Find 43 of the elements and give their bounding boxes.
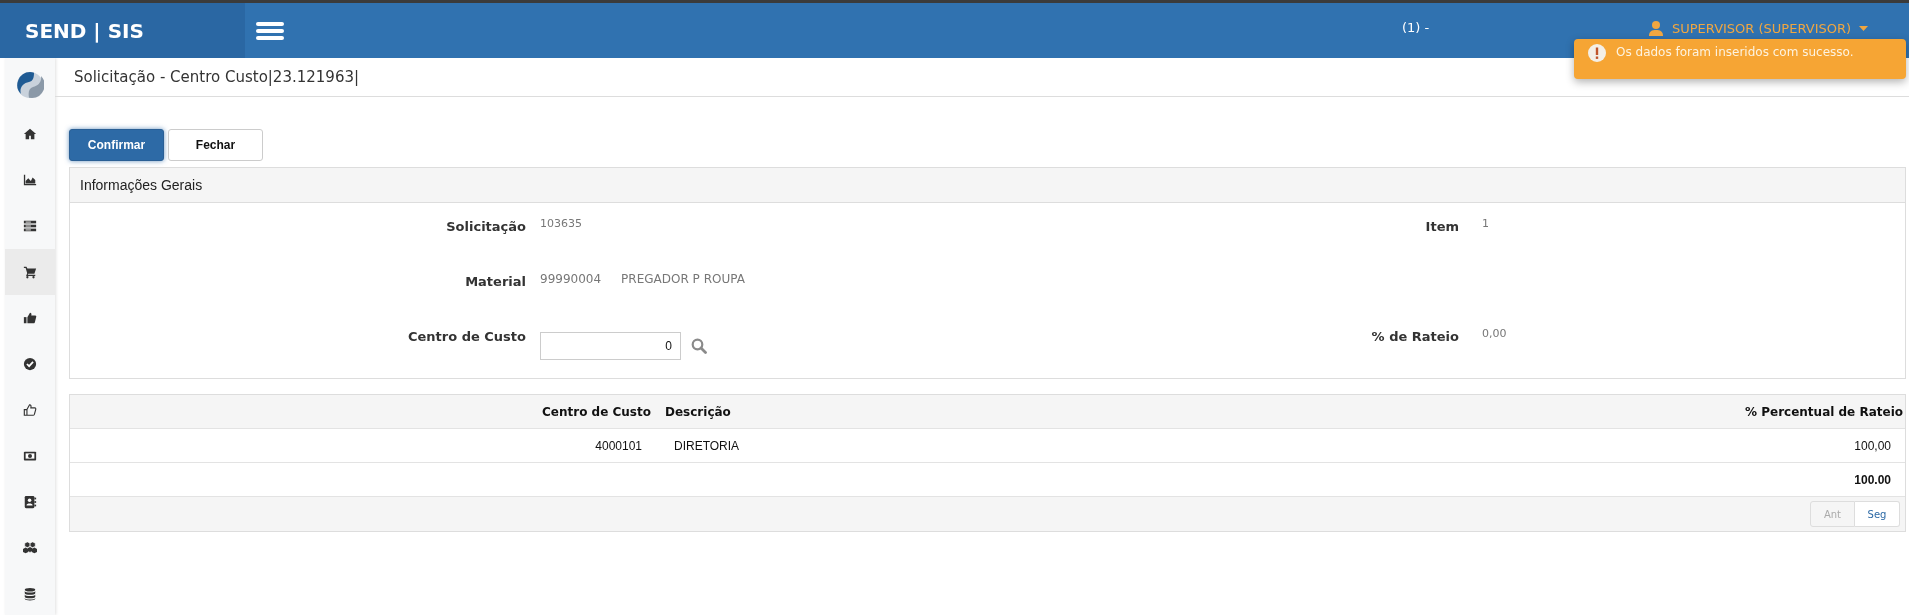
thumbs-up-outline-icon xyxy=(23,403,37,417)
field-label: Centro de Custo xyxy=(406,328,526,346)
field-label: Solicitação xyxy=(445,218,526,236)
contact-book-icon xyxy=(23,495,37,509)
total-cell-text: 100.00 xyxy=(1853,472,1892,487)
field-value: PREGADOR P ROUPA xyxy=(621,272,745,286)
caret-icon xyxy=(1859,25,1869,31)
panel-title: Informações Gerais xyxy=(80,177,203,193)
search-icon[interactable] xyxy=(691,338,707,354)
logo-icon xyxy=(16,70,44,99)
user-icon xyxy=(1648,20,1664,36)
menu-icon xyxy=(256,20,284,41)
area-chart-icon xyxy=(23,173,37,187)
field-value: 0,00 xyxy=(1482,327,1507,340)
cart-icon xyxy=(23,265,37,279)
thumbs-up-icon xyxy=(23,311,37,325)
list-icon xyxy=(23,219,37,233)
table-cell-text: 100,00 xyxy=(1853,438,1892,453)
confirm-button[interactable]: Confirmar xyxy=(69,129,164,161)
database-icon xyxy=(23,587,37,601)
field-label: Item xyxy=(1424,218,1459,236)
column-header: Descrição xyxy=(664,404,732,419)
notification-message: Os dados foram inseridos com sucesso. xyxy=(1616,45,1854,59)
column-header: Centro de Custo xyxy=(541,404,652,419)
column-header: % Percentual de Rateio xyxy=(1744,404,1904,419)
field-label: Material xyxy=(464,273,526,291)
close-button[interactable]: Fechar xyxy=(168,129,263,161)
check-circle-icon xyxy=(23,357,37,371)
exclamation-icon xyxy=(1588,44,1606,62)
home-icon xyxy=(23,127,37,141)
sidebar-item[interactable] xyxy=(5,249,55,295)
user-index: (1) - xyxy=(1402,20,1430,35)
field-value: 1 xyxy=(1482,217,1489,230)
banknote-icon xyxy=(23,449,37,463)
table-cell-text: DIRETORIA xyxy=(673,438,741,453)
table-cell-text: 4000101 xyxy=(594,438,643,453)
field-value: 99990004 xyxy=(540,272,602,286)
input-field[interactable]: 0 xyxy=(540,332,681,360)
field-value: 103635 xyxy=(540,217,582,230)
pager-button[interactable]: Seg xyxy=(1855,501,1900,527)
field-label: % de Rateio xyxy=(1370,328,1459,346)
page-title: Solicitação - Centro Custo|23.121963| xyxy=(74,68,360,86)
brand-logo: SEND | SIS xyxy=(25,18,144,43)
